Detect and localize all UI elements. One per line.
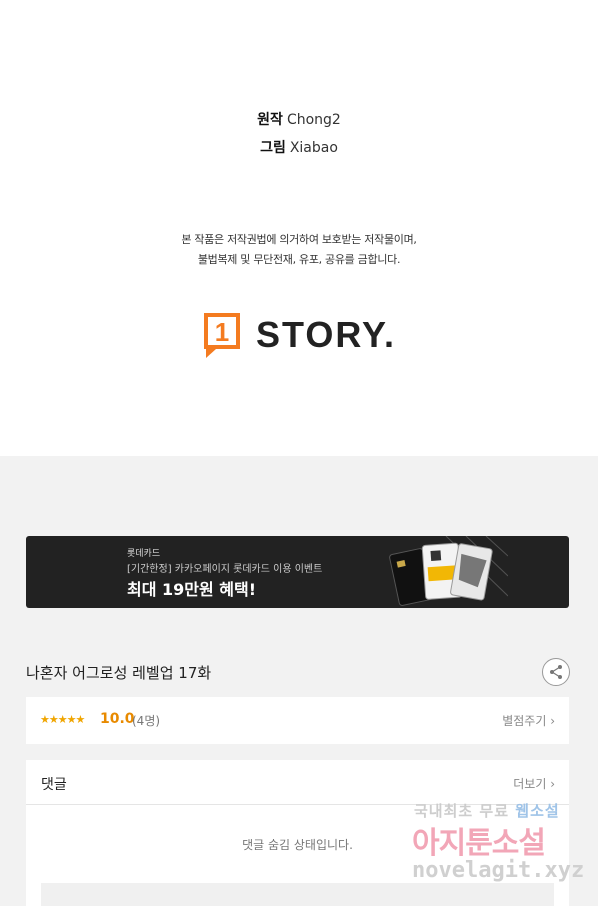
logo-mark-icon: 1	[202, 311, 242, 359]
rating-score: 10.0	[100, 711, 135, 727]
original-author: 원작 Chong2	[0, 109, 598, 129]
publisher-logo: 1 STORY.	[202, 310, 396, 360]
comments-header: 댓글 더보기 ›	[26, 760, 569, 805]
art-name: Xiabao	[289, 140, 338, 156]
credits-section: 원작 Chong2 그림 Xiabao 본 작품은 저작권법에 의거하여 보호받는 …	[0, 0, 598, 456]
watermark: 국내최초 무료 웹소설 아지툰소설 novelagit.xyz	[410, 800, 584, 896]
ad-banner[interactable]: 롯데카드 [기간한정] 카카오페이지 롯데카드 이용 이벤트 최대 19만원 혜…	[26, 536, 569, 608]
share-button[interactable]	[542, 658, 570, 686]
chevron-right-icon: ›	[546, 714, 555, 728]
more-comments-button[interactable]: 더보기 ›	[513, 775, 555, 792]
original-label: 원작	[257, 112, 283, 128]
chevron-right-icon: ›	[546, 777, 555, 791]
rating-panel: ★★★★★ 10.0 (4명) 별점주기 ›	[26, 697, 569, 744]
art-label: 그림	[260, 140, 286, 156]
rating-count: (4명)	[132, 714, 161, 728]
rate-label: 별점주기	[502, 714, 547, 728]
comments-title: 댓글	[41, 777, 67, 793]
more-label: 더보기	[513, 777, 547, 791]
original-name: Chong2	[286, 112, 341, 128]
episode-title: 나혼자 어그로성 레벨업 17화	[26, 664, 212, 682]
watermark-line3: novelagit.xyz	[412, 858, 585, 883]
credit-cards-image	[386, 536, 509, 608]
banner-headline: 최대 19만원 혜택!	[127, 580, 257, 599]
illustrator: 그림 Xiabao	[0, 137, 598, 157]
copyright-notice-line2: 불법복제 및 무단전재, 유포, 공유를 금합니다.	[197, 253, 401, 266]
share-icon	[550, 665, 562, 679]
banner-brand: 롯데카드	[127, 549, 161, 559]
rate-button[interactable]: 별점주기 ›	[502, 712, 555, 729]
banner-subtitle: [기간한정] 카카오페이지 롯데카드 이용 이벤트	[127, 564, 323, 575]
copyright-notice-line1: 본 작품은 저작권법에 의거하여 보호받는 저작물이며,	[181, 233, 417, 246]
logo-wordmark: STORY.	[256, 314, 397, 355]
watermark-line2: 아지툰소설	[412, 826, 546, 861]
logo-mark-text: 1	[215, 317, 229, 347]
star-rating-icon: ★★★★★	[40, 713, 85, 726]
